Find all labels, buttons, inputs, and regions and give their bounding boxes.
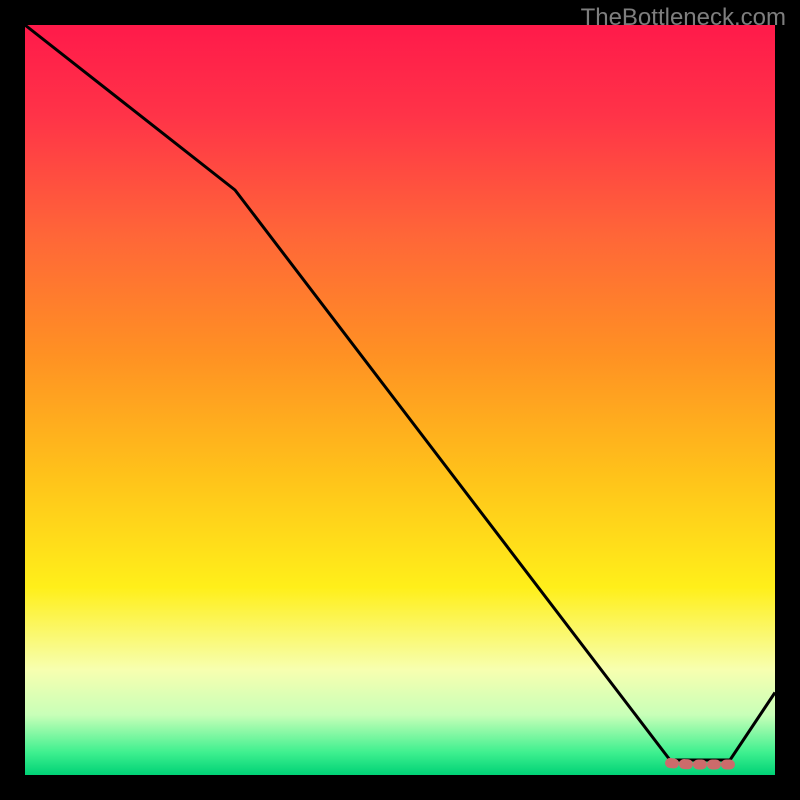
watermark-text: TheBottleneck.com bbox=[581, 4, 786, 32]
plot-area bbox=[25, 25, 775, 775]
chart-svg bbox=[0, 0, 800, 800]
chart-container: TheBottleneck.com bbox=[0, 0, 800, 800]
